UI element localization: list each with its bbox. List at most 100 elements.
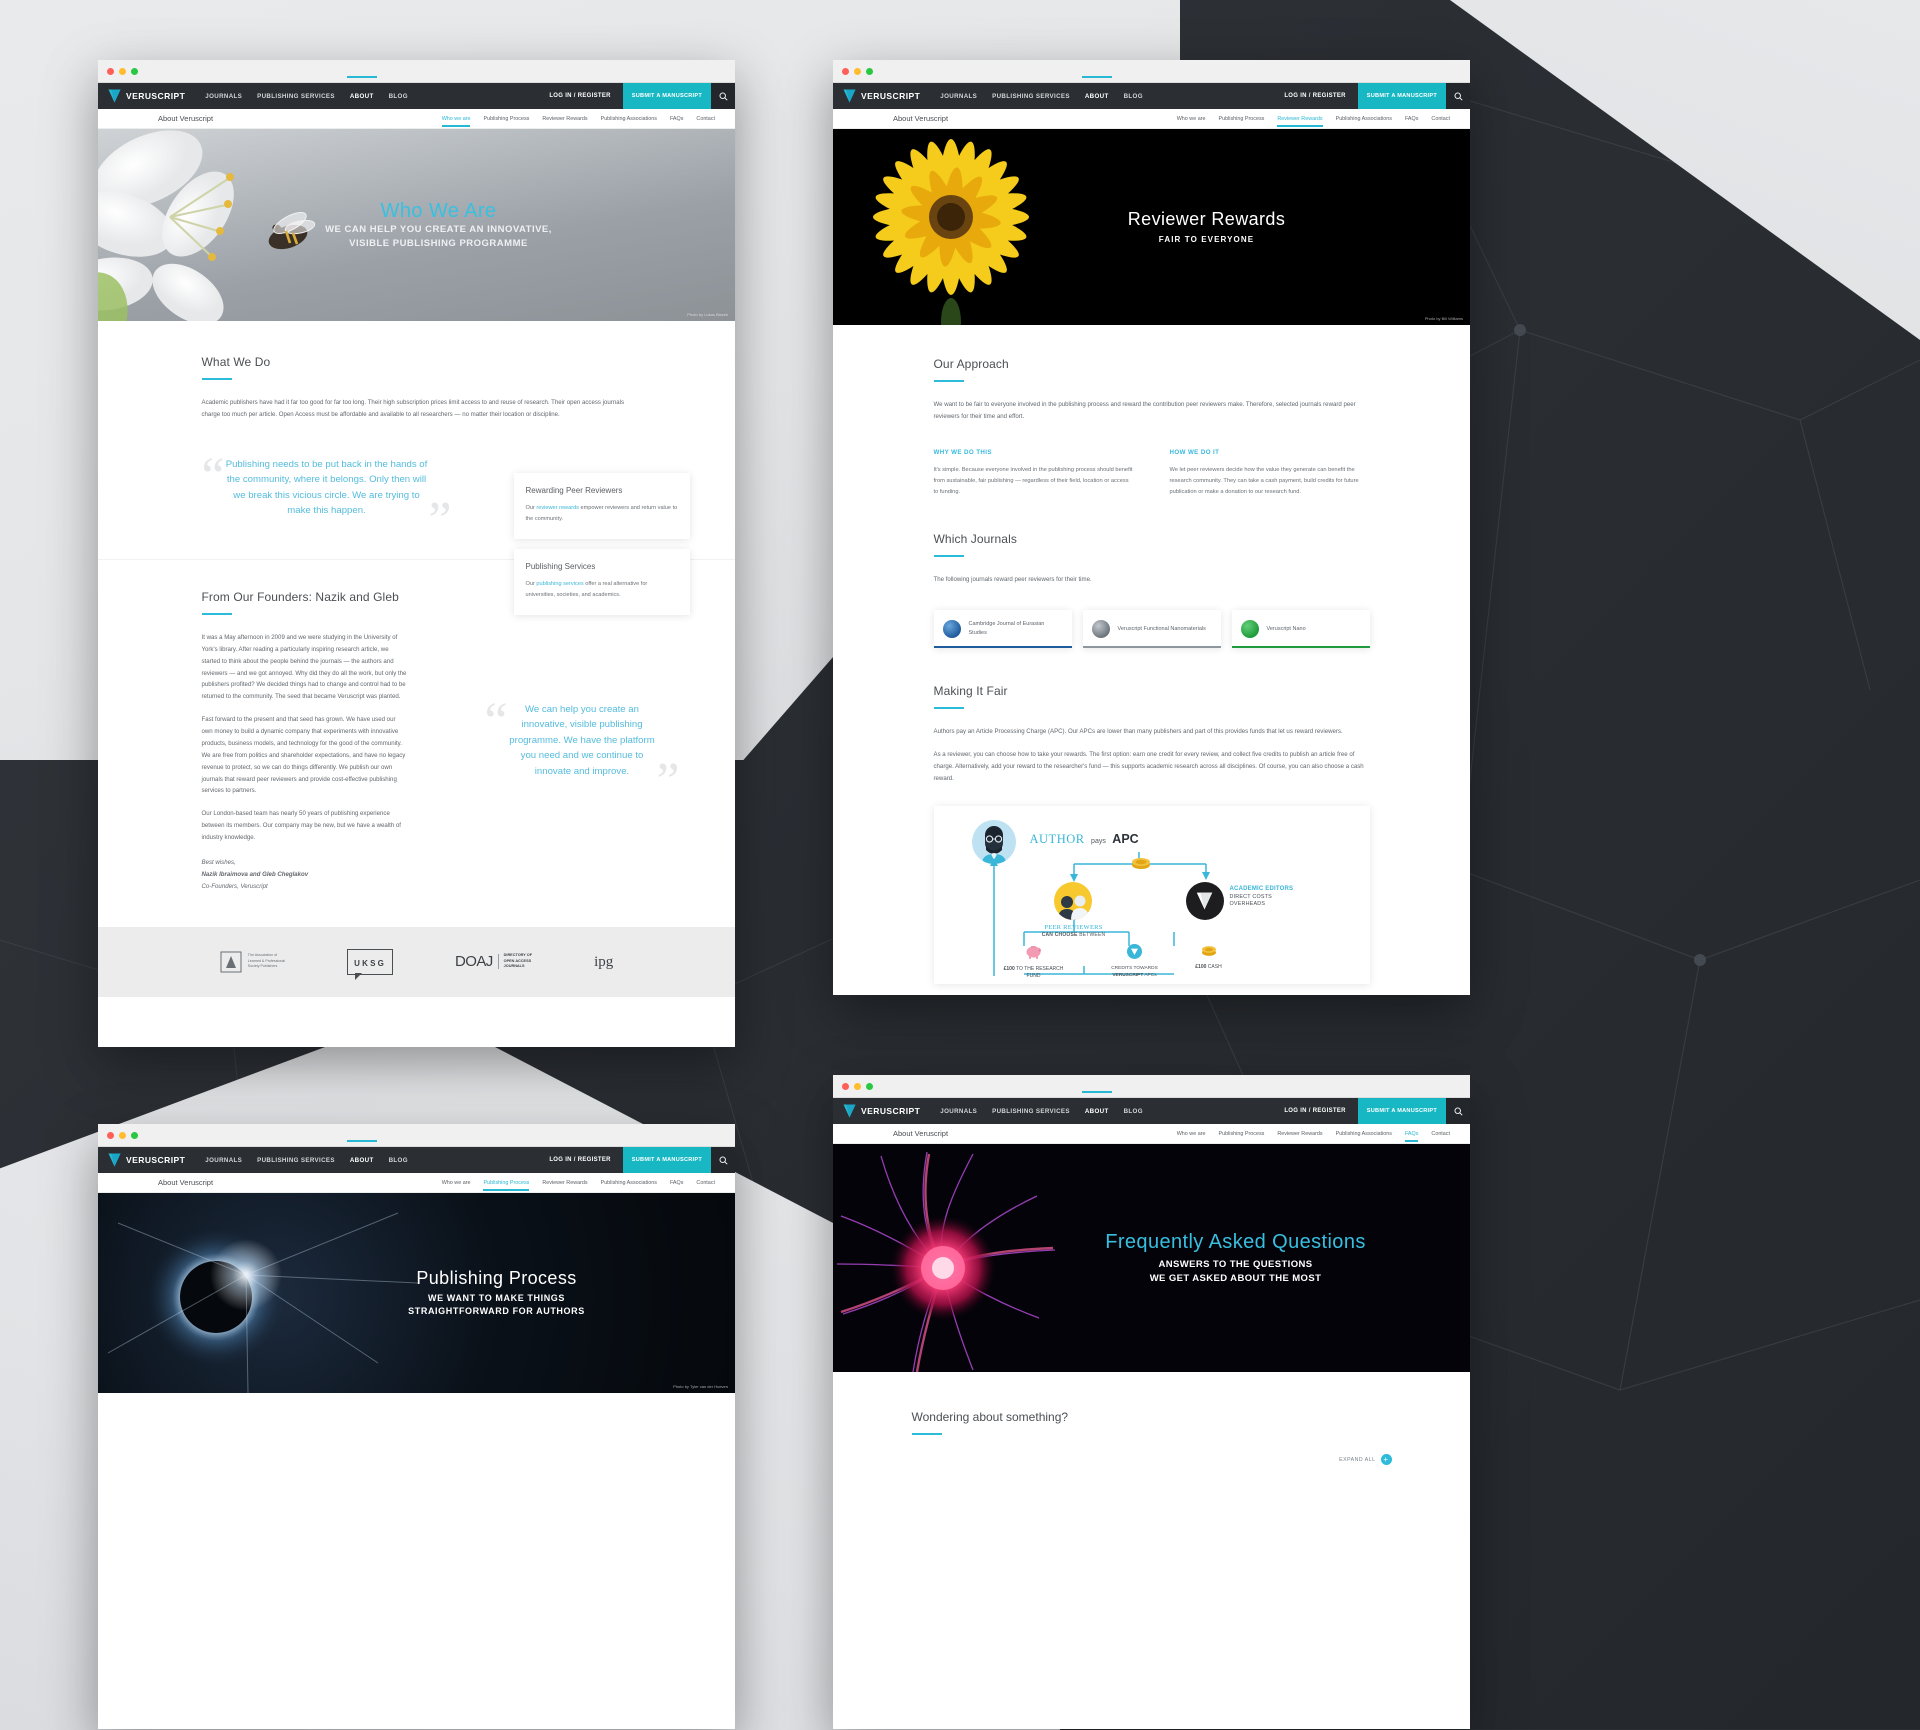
window-close-button[interactable] [842, 1082, 849, 1090]
subnav-item-publishing-process[interactable]: Publishing Process [483, 111, 529, 127]
subnav-item-publishing-associations[interactable]: Publishing Associations [1336, 1126, 1392, 1142]
topnav-item-blog[interactable]: BLOG [389, 1149, 408, 1172]
topnav-item-publishing-services[interactable]: PUBLISHING SERVICES [992, 1100, 1070, 1123]
subnav-item-reviewer-rewards[interactable]: Reviewer Rewards [1277, 1126, 1322, 1142]
topnav-item-publishing-services[interactable]: PUBLISHING SERVICES [257, 1149, 335, 1172]
window-close-button[interactable] [107, 1131, 114, 1139]
window-maximize-button[interactable] [131, 67, 138, 75]
browser-window-reviewer-rewards: VERUSCRIPT JOURNALS PUBLISHING SERVICES … [833, 60, 1470, 995]
card-inline-link[interactable]: publishing services [536, 581, 583, 587]
top-nav-links: JOURNALS PUBLISHING SERVICES ABOUT BLOG [205, 1139, 408, 1172]
top-nav-actions: LOG IN / REGISTER SUBMIT A MANUSCRIPT [1272, 83, 1470, 109]
browser-window-publishing-process: VERUSCRIPT JOURNALS PUBLISHING SERVICES … [98, 1124, 735, 1729]
submit-manuscript-button[interactable]: SUBMIT A MANUSCRIPT [1357, 1098, 1446, 1124]
topnav-item-blog[interactable]: BLOG [1124, 85, 1143, 108]
academic-editors-avatar-icon [1185, 882, 1224, 921]
login-register-link[interactable]: LOG IN / REGISTER [1272, 1098, 1357, 1124]
card-inline-link[interactable]: reviewer rewards [536, 505, 579, 511]
subnav-item-faqs[interactable]: FAQs [1405, 111, 1418, 127]
brand-logo[interactable]: VERUSCRIPT [98, 89, 185, 103]
alpsp-line1: The Association of [247, 953, 278, 958]
topnav-item-blog[interactable]: BLOG [1124, 1100, 1143, 1123]
subnav-item-publishing-process[interactable]: Publishing Process [1218, 111, 1264, 127]
subnav-item-faqs[interactable]: FAQs [670, 1175, 683, 1191]
search-button[interactable] [1446, 83, 1470, 109]
window-minimize-button[interactable] [854, 1082, 861, 1090]
search-button[interactable] [711, 1147, 735, 1173]
topnav-item-about[interactable]: ABOUT [346, 1139, 377, 1172]
card-rewarding-peer-reviewers[interactable]: Rewarding Peer Reviewers Our reviewer re… [513, 473, 690, 539]
login-register-link[interactable]: LOG IN / REGISTER [1272, 83, 1357, 109]
journal-card-veruscript-nano[interactable]: Veruscript Nano [1231, 609, 1370, 648]
topnav-item-about[interactable]: ABOUT [1081, 1090, 1112, 1123]
topnav-item-blog[interactable]: BLOG [389, 85, 408, 108]
subnav-item-reviewer-rewards[interactable]: Reviewer Rewards [542, 111, 587, 127]
journal-card-functional-nanomaterials[interactable]: Veruscript Functional Nanomaterials [1082, 609, 1221, 648]
submit-manuscript-button[interactable]: SUBMIT A MANUSCRIPT [622, 83, 711, 109]
subnav-item-who-we-are[interactable]: Who we are [1177, 1126, 1206, 1142]
login-register-link[interactable]: LOG IN / REGISTER [537, 1147, 622, 1173]
hero-subtitle: WE CAN HELP YOU CREATE AN INNOVATIVE, VI… [325, 223, 552, 251]
topnav-item-journals[interactable]: JOURNALS [940, 1100, 977, 1123]
logo-uksg[interactable]: UKSG [347, 948, 394, 980]
subnav-item-who-we-are[interactable]: Who we are [1177, 111, 1206, 127]
founders-paragraph-3: Our London-based team has nearly 50 year… [201, 810, 402, 841]
hero-subtitle: FAIR TO EVERYONE [1158, 234, 1255, 244]
subnav-item-publishing-associations[interactable]: Publishing Associations [1336, 111, 1392, 127]
subnav-item-publishing-associations[interactable]: Publishing Associations [601, 1175, 657, 1191]
subnav-item-faqs[interactable]: FAQs [1404, 1126, 1419, 1142]
journal-icon-nanomaterials [1091, 619, 1110, 638]
brand-logo[interactable]: VERUSCRIPT [833, 89, 920, 103]
logo-ipg[interactable]: ipg [594, 953, 613, 971]
window-close-button[interactable] [842, 67, 849, 75]
which-journals-inner: Which Journals The following journals re… [933, 532, 1370, 648]
window-maximize-button[interactable] [866, 67, 873, 75]
peer-reviewers-avatar-icon [1053, 882, 1092, 921]
topnav-item-about[interactable]: ABOUT [1081, 75, 1112, 108]
founders-signature-role: Co-Founders, Veruscript [201, 882, 268, 890]
window-minimize-button[interactable] [119, 1131, 126, 1139]
logo-alpsp[interactable]: The Association of Learned & Professiona… [220, 951, 285, 973]
topnav-item-about[interactable]: ABOUT [346, 75, 377, 108]
subnav-item-reviewer-rewards[interactable]: Reviewer Rewards [542, 1175, 587, 1191]
login-register-link[interactable]: LOG IN / REGISTER [537, 83, 622, 109]
subnav-item-publishing-associations[interactable]: Publishing Associations [601, 111, 657, 127]
submit-manuscript-button[interactable]: SUBMIT A MANUSCRIPT [1357, 83, 1446, 109]
logo-doaj[interactable]: DOAJ DIRECTORY OF OPEN ACCESS JOURNALS [455, 953, 532, 970]
subnav-item-contact[interactable]: Contact [1431, 111, 1450, 127]
subnav-item-contact[interactable]: Contact [696, 111, 715, 127]
window-minimize-button[interactable] [119, 67, 126, 75]
window-minimize-button[interactable] [854, 67, 861, 75]
subnav-item-who-we-are[interactable]: Who we are [441, 111, 470, 127]
option1-label: TO THE RESEARCH FUND [1016, 966, 1064, 980]
brand-logo[interactable]: VERUSCRIPT [833, 1104, 920, 1118]
window-maximize-button[interactable] [131, 1131, 138, 1139]
topnav-item-journals[interactable]: JOURNALS [205, 85, 242, 108]
topnav-item-publishing-services[interactable]: PUBLISHING SERVICES [257, 85, 335, 108]
subnav-title: About Veruscript [893, 114, 949, 123]
submit-manuscript-button[interactable]: SUBMIT A MANUSCRIPT [622, 1147, 711, 1173]
subnav-item-publishing-process[interactable]: Publishing Process [1218, 1126, 1264, 1142]
search-button[interactable] [1446, 1098, 1470, 1124]
can-choose-between-label: CAN CHOOSE BETWEEN [1020, 932, 1128, 938]
search-button[interactable] [711, 83, 735, 109]
subnav-item-contact[interactable]: Contact [1431, 1126, 1450, 1142]
topnav-item-journals[interactable]: JOURNALS [940, 85, 977, 108]
topnav-item-journals[interactable]: JOURNALS [205, 1149, 242, 1172]
window-maximize-button[interactable] [866, 1082, 873, 1090]
subnav-item-publishing-process[interactable]: Publishing Process [483, 1175, 529, 1191]
hero-content: Reviewer Rewards FAIR TO EVERYONE [833, 129, 1470, 325]
brand-logo[interactable]: VERUSCRIPT [98, 1153, 185, 1167]
subnav-item-who-we-are[interactable]: Who we are [442, 1175, 471, 1191]
topnav-item-publishing-services[interactable]: PUBLISHING SERVICES [992, 85, 1070, 108]
subnav-item-contact[interactable]: Contact [696, 1175, 715, 1191]
expand-all-control[interactable]: EXPAND ALL + [1339, 1454, 1392, 1465]
alpsp-line2: Learned & Professional [247, 958, 286, 963]
subnav-item-reviewer-rewards[interactable]: Reviewer Rewards [1277, 111, 1323, 127]
journal-card-cambridge-eurasian[interactable]: Cambridge Journal of Eurasian Studies [933, 609, 1072, 648]
quote-open-icon: “ [484, 692, 508, 750]
window-close-button[interactable] [107, 67, 114, 75]
option-cash-label: £100 CASH [1184, 964, 1234, 971]
what-we-do-blockquote: “ ” Publishing needs to be put back in t… [202, 450, 452, 546]
subnav-item-faqs[interactable]: FAQs [670, 111, 683, 127]
